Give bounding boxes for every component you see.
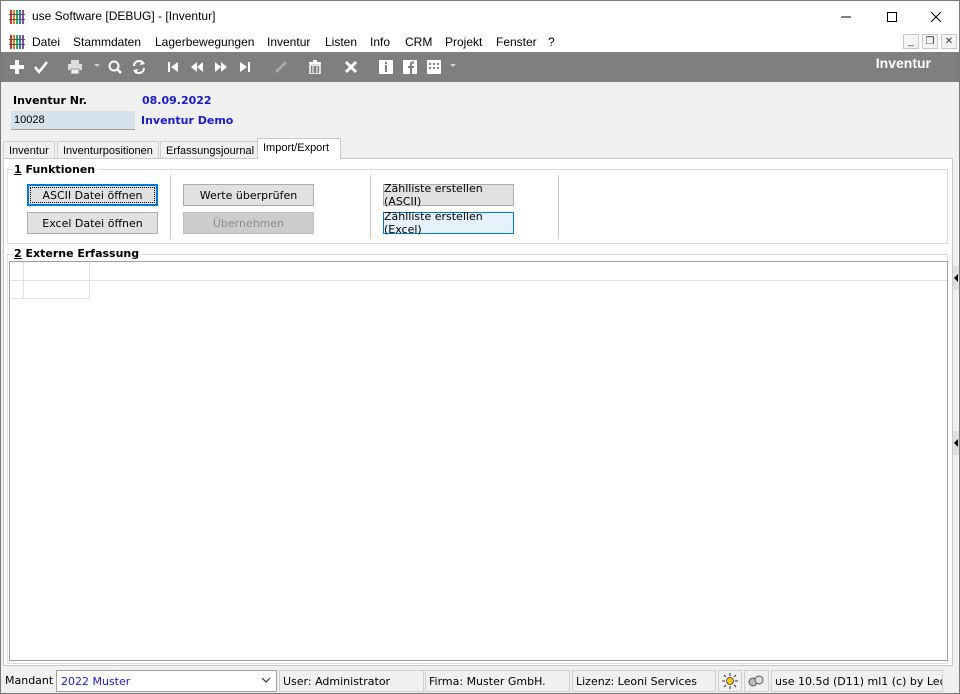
toolbar: Inventur: [1, 52, 959, 82]
connection-icon[interactable]: [744, 670, 769, 692]
status-version: use 10.5d (D11) ml1 (c) by Leoni Sc: [771, 670, 943, 692]
menu-listen[interactable]: Listen: [325, 35, 357, 49]
grid-header-line: [10, 280, 947, 281]
add-icon[interactable]: [9, 59, 25, 75]
apply-button[interactable]: Übernehmen: [183, 212, 314, 234]
externe-erfassung-title: 2 Externe Erfassung: [14, 247, 143, 260]
status-lizenz: Lizenz: Leoni Services: [572, 670, 716, 692]
menu-fenster[interactable]: Fenster: [496, 35, 537, 49]
app-window: use Software [DEBUG] - [Inventur] Datei …: [0, 0, 960, 694]
status-bar: Mandant 2022 Muster User: Administrator …: [1, 666, 959, 693]
info-icon[interactable]: [378, 59, 394, 75]
grid-indicator-column: [23, 262, 24, 298]
extern-title-text: Externe Erfassung: [21, 247, 140, 260]
import-export-panel: 1 Funktionen ASCII Datei öffnen Excel Da…: [3, 158, 953, 666]
count-list-excel-button[interactable]: Zählliste erstellen (Excel): [383, 210, 514, 236]
group-divider: [558, 175, 559, 239]
maximize-icon: [887, 11, 897, 22]
funktionen-title: 1 Funktionen: [14, 163, 99, 176]
tab-import-export[interactable]: Import/Export: [257, 138, 341, 159]
module-title: Inventur: [875, 55, 931, 71]
menu-stammdaten[interactable]: Stammdaten: [73, 35, 141, 49]
tab-erfassungsjournal[interactable]: Erfassungsjournal: [160, 141, 261, 159]
print-dropdown-icon[interactable]: [94, 64, 100, 67]
mandant-value: 2022 Muster: [61, 675, 131, 688]
extern-hotkey: 2: [14, 247, 22, 260]
mdi-close-button[interactable]: ✕: [941, 34, 957, 49]
ascii-open-button[interactable]: ASCII Datei öffnen: [27, 184, 158, 206]
minimize-button[interactable]: [823, 1, 869, 32]
inventur-date: 08.09.2022: [142, 94, 212, 107]
inventur-name: Inventur Demo: [141, 114, 234, 127]
delete-icon[interactable]: [307, 59, 323, 75]
side-panel-toggle[interactable]: [953, 431, 959, 455]
grid-first-column: [89, 262, 90, 298]
mandant-select[interactable]: 2022 Muster: [56, 670, 277, 692]
refresh-icon[interactable]: [131, 59, 147, 75]
menu-help[interactable]: ?: [548, 35, 555, 49]
menu-info[interactable]: Info: [370, 35, 390, 49]
inventur-nr-label: Inventur Nr.: [13, 94, 87, 107]
minimize-icon: [841, 16, 851, 17]
check-icon[interactable]: [33, 59, 49, 75]
mdi-restore-button[interactable]: ❐: [922, 34, 938, 49]
tab-inventurpositionen[interactable]: Inventurpositionen: [57, 141, 159, 159]
side-panel-toggle[interactable]: [953, 266, 959, 290]
window-title: use Software [DEBUG] - [Inventur]: [32, 9, 216, 23]
sun-icon[interactable]: [718, 670, 742, 692]
inventur-nr-field[interactable]: 10028: [11, 111, 135, 130]
search-icon[interactable]: [107, 59, 123, 75]
menu-lagerbewegungen[interactable]: Lagerbewegungen: [155, 35, 254, 49]
menu-crm[interactable]: CRM: [405, 35, 432, 49]
status-firma: Firma: Muster GmbH.: [425, 670, 570, 692]
app-logo-icon: [9, 9, 25, 25]
mandant-label: Mandant: [5, 674, 54, 687]
count-list-ascii-button[interactable]: Zählliste erstellen (ASCII): [383, 182, 514, 208]
menu-projekt[interactable]: Projekt: [445, 35, 482, 49]
main-content: Inventur Nr. 08.09.2022 10028 Inventur D…: [1, 82, 959, 666]
grid-icon[interactable]: [426, 59, 442, 75]
last-icon[interactable]: [237, 59, 253, 75]
excel-open-button[interactable]: Excel Datei öffnen: [27, 212, 158, 234]
funktionen-title-text: Funktionen: [21, 163, 96, 176]
title-bar: use Software [DEBUG] - [Inventur]: [1, 1, 959, 32]
menu-inventur[interactable]: Inventur: [267, 35, 310, 49]
grid-dropdown-icon[interactable]: [450, 64, 456, 67]
funktionen-hotkey: 1: [14, 163, 22, 176]
close-icon: [931, 11, 941, 22]
check-values-button[interactable]: Werte überprüfen: [183, 184, 314, 206]
grid-row-line: [10, 298, 90, 299]
external-capture-grid[interactable]: [9, 261, 948, 661]
first-icon[interactable]: [165, 59, 181, 75]
close-button[interactable]: [913, 1, 959, 32]
group-divider: [170, 175, 171, 239]
mdi-child-icon[interactable]: [9, 34, 25, 50]
menu-bar: Datei Stammdaten Lagerbewegungen Inventu…: [1, 32, 959, 52]
status-user: User: Administrator: [279, 670, 424, 692]
next-icon[interactable]: [213, 59, 229, 75]
facebook-icon[interactable]: [402, 59, 418, 75]
maximize-button[interactable]: [869, 1, 915, 32]
print-icon[interactable]: [67, 59, 83, 75]
chevron-down-icon: [261, 677, 271, 683]
previous-icon[interactable]: [189, 59, 205, 75]
group-divider: [370, 175, 371, 239]
cancel-icon[interactable]: [343, 59, 359, 75]
edit-icon: [273, 59, 289, 75]
mdi-minimize-button[interactable]: _: [903, 34, 919, 49]
tab-inventur[interactable]: Inventur: [3, 141, 55, 159]
menu-datei[interactable]: Datei: [32, 35, 60, 49]
